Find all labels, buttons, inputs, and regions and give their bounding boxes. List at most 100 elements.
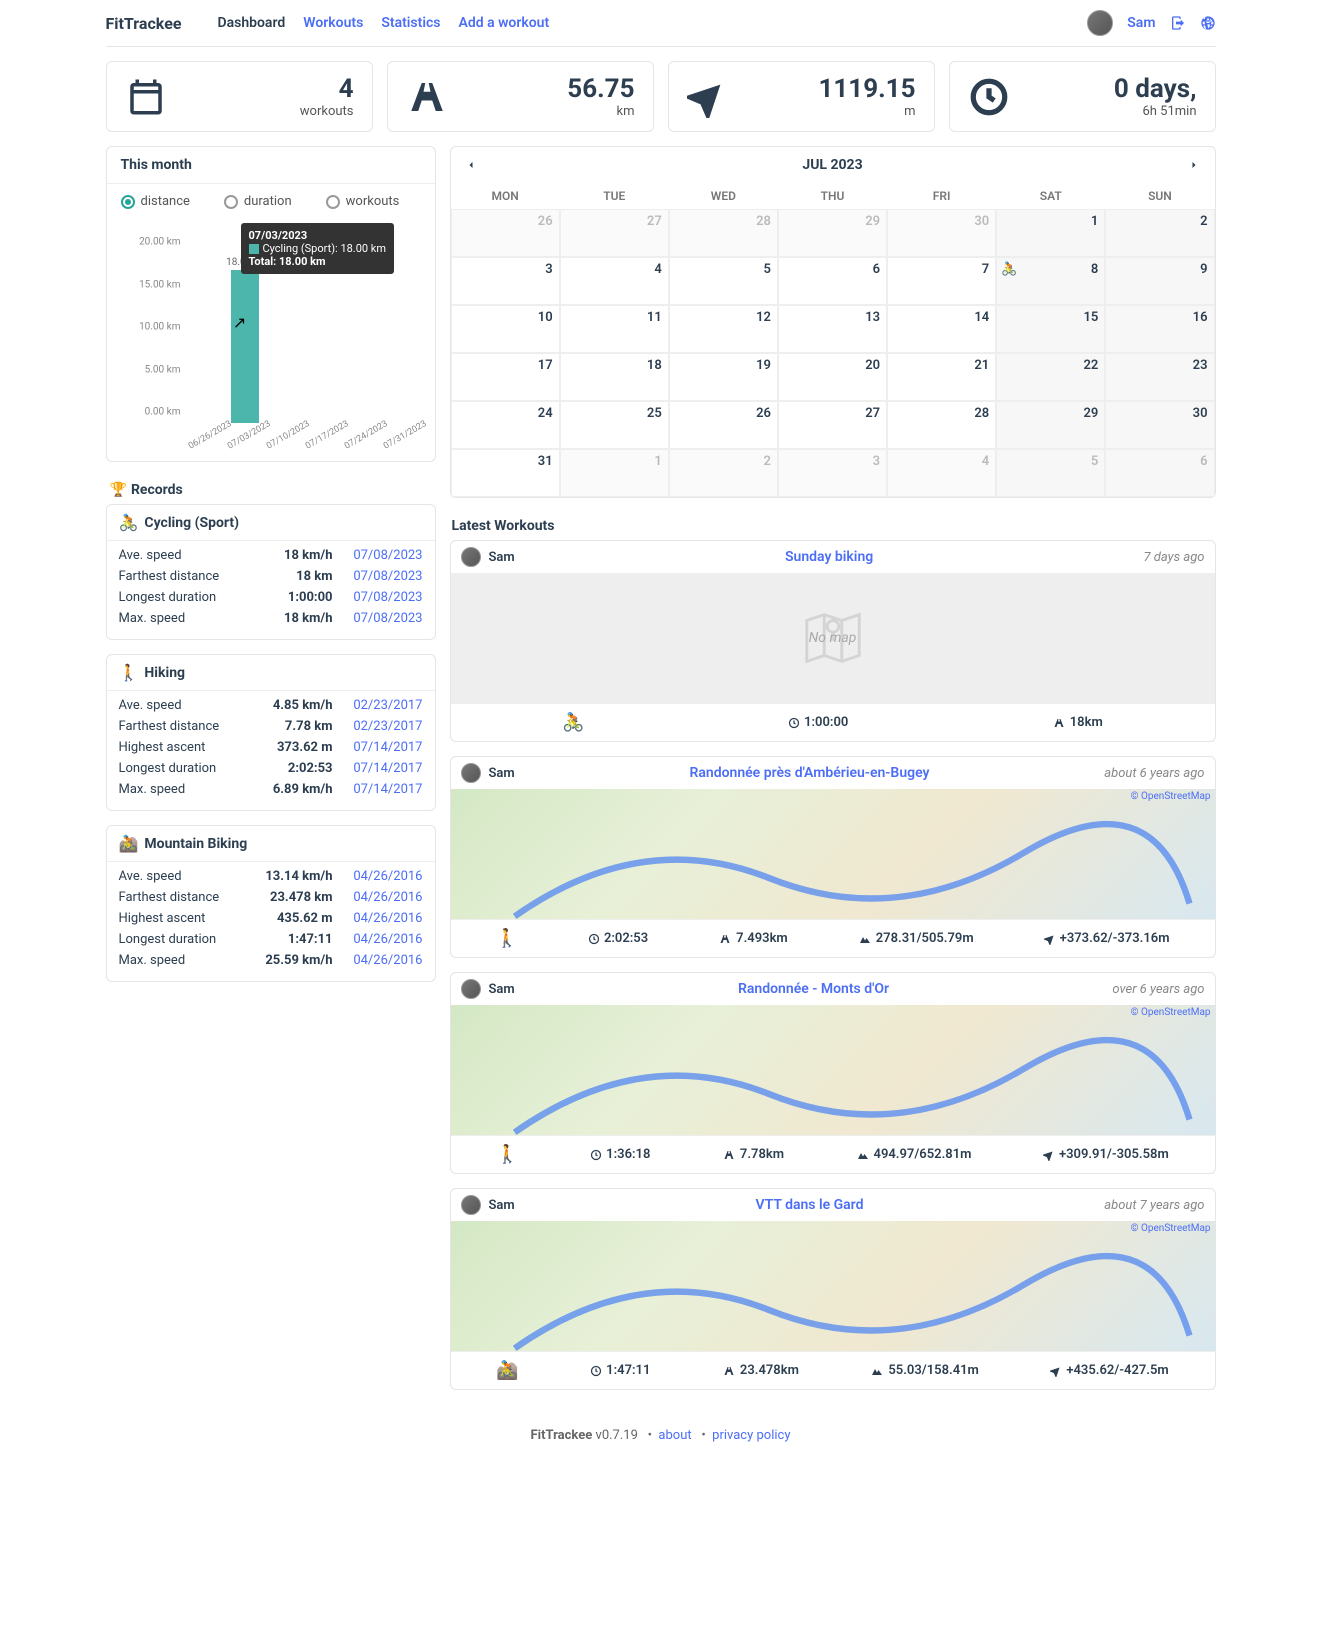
road-icon (406, 76, 448, 118)
cal-title: JUL 2023 (802, 157, 862, 173)
cal-cell[interactable]: 18 (560, 353, 669, 401)
workout-card[interactable]: SamSunday biking7 days agoNo map🚴 1:00:0… (450, 540, 1216, 742)
cal-next[interactable] (1188, 159, 1200, 171)
nav-statistics[interactable]: Statistics (381, 15, 440, 31)
record-row: Highest ascent435.62 m04/26/2016 (119, 908, 423, 929)
workout-card[interactable]: SamVTT dans le Gardabout 7 years ago© Op… (450, 1188, 1216, 1390)
cal-cell[interactable]: 5 (669, 257, 778, 305)
month-chart: 0.00 km5.00 km10.00 km15.00 km20.00 km18… (121, 223, 421, 453)
cal-cell[interactable]: 28 (887, 401, 996, 449)
workout-title[interactable]: Sunday biking (523, 549, 1136, 565)
radio-distance[interactable]: distance (121, 194, 190, 209)
hike-icon: 🚶 (119, 663, 139, 682)
nav-workouts[interactable]: Workouts (303, 15, 363, 31)
workout-map[interactable]: © OpenStreetMap (451, 789, 1215, 919)
cal-grid: MONTUEWEDTHUFRISATSUN262728293012345678🚴… (451, 183, 1215, 497)
cal-cell[interactable]: 20 (778, 353, 887, 401)
workout-nomap: No map (451, 573, 1215, 703)
month-card: This month distancedurationworkouts 0.00… (106, 146, 436, 462)
cal-cell[interactable]: 10 (451, 305, 560, 353)
cal-cell[interactable]: 2 (669, 449, 778, 497)
cal-cell[interactable]: 7 (887, 257, 996, 305)
cal-cell[interactable]: 31 (451, 449, 560, 497)
osm-credit[interactable]: © OpenStreetMap (1131, 791, 1211, 802)
bike-icon: 🚴 (1001, 262, 1017, 277)
cal-cell[interactable]: 25 (560, 401, 669, 449)
nav-dashboard[interactable]: Dashboard (217, 15, 285, 31)
cal-cell[interactable]: 30 (887, 209, 996, 257)
radio-dot-icon (121, 195, 135, 209)
cal-cell[interactable]: 11 (560, 305, 669, 353)
sport-icon: 🚶 (496, 928, 518, 949)
cal-cell[interactable]: 22 (996, 353, 1105, 401)
bike-icon: 🚴 (119, 513, 139, 532)
footer-privacy[interactable]: privacy policy (712, 1428, 790, 1443)
logout-icon[interactable] (1170, 15, 1186, 31)
osm-credit[interactable]: © OpenStreetMap (1131, 1223, 1211, 1234)
header: FitTrackee Dashboard Workouts Statistics Ad… (106, 0, 1216, 47)
cal-cell[interactable]: 23 (1105, 353, 1214, 401)
cal-cell[interactable]: 24 (451, 401, 560, 449)
sport-icon: 🚶 (496, 1144, 518, 1165)
brand[interactable]: FitTrackee (106, 14, 182, 33)
workout-title[interactable]: VTT dans le Gard (523, 1197, 1097, 1213)
workout-card[interactable]: SamRandonnée - Monts d'Orover 6 years ag… (450, 972, 1216, 1174)
cal-cell[interactable]: 26 (669, 401, 778, 449)
records: 🚴Cycling (Sport)Ave. speed18 km/h07/08/2… (106, 504, 436, 982)
cal-cell[interactable]: 17 (451, 353, 560, 401)
cal-cell[interactable]: 12 (669, 305, 778, 353)
chart-bar[interactable] (231, 270, 259, 423)
radio-workouts[interactable]: workouts (326, 194, 400, 209)
footer-about[interactable]: about (658, 1428, 691, 1443)
workout-map[interactable]: © OpenStreetMap (451, 1005, 1215, 1135)
cal-cell[interactable]: 2 (1105, 209, 1214, 257)
cal-cell[interactable]: 21 (887, 353, 996, 401)
workout-title[interactable]: Randonnée près d'Ambérieu-en-Bugey (523, 765, 1097, 781)
cal-cell[interactable]: 27 (778, 401, 887, 449)
clock-icon (968, 76, 1010, 118)
avatar[interactable] (461, 763, 481, 783)
cal-cell[interactable]: 26 (451, 209, 560, 257)
cal-cell[interactable]: 29 (996, 401, 1105, 449)
cal-cell[interactable]: 3 (451, 257, 560, 305)
cal-cell[interactable]: 1 (996, 209, 1105, 257)
avatar[interactable] (461, 547, 481, 567)
osm-credit[interactable]: © OpenStreetMap (1131, 1007, 1211, 1018)
cal-cell[interactable]: 13 (778, 305, 887, 353)
user-link[interactable]: Sam (1127, 15, 1155, 31)
cal-cell[interactable]: 19 (669, 353, 778, 401)
avatar[interactable] (1087, 10, 1113, 36)
nav-add-a-workout[interactable]: Add a workout (458, 15, 549, 31)
latest-workouts: SamSunday biking7 days agoNo map🚴 1:00:0… (450, 540, 1216, 1390)
cal-cell[interactable]: 3 (778, 449, 887, 497)
cal-cell[interactable]: 6 (778, 257, 887, 305)
cal-cell[interactable]: 14 (887, 305, 996, 353)
avatar[interactable] (461, 1195, 481, 1215)
workout-footer: 🚶 1:36:18 7.78km 494.97/652.81m +309.91/… (451, 1135, 1215, 1173)
cal-cell[interactable]: 29 (778, 209, 887, 257)
language-icon[interactable] (1200, 15, 1216, 31)
calendar-icon (125, 76, 167, 118)
workout-title[interactable]: Randonnée - Monts d'Or (523, 981, 1105, 997)
cal-cell[interactable]: 4 (560, 257, 669, 305)
cal-cell[interactable]: 15 (996, 305, 1105, 353)
record-row: Farthest distance23.478 km04/26/2016 (119, 887, 423, 908)
cal-cell[interactable]: 30 (1105, 401, 1214, 449)
cal-cell[interactable]: 16 (1105, 305, 1214, 353)
workout-card[interactable]: SamRandonnée près d'Ambérieu-en-Bugeyabo… (450, 756, 1216, 958)
record-row: Max. speed6.89 km/h07/14/2017 (119, 779, 423, 800)
cal-cell[interactable]: 4 (887, 449, 996, 497)
mtb-icon: 🚵 (119, 834, 139, 853)
cal-cell[interactable]: 28 (669, 209, 778, 257)
cal-cell[interactable]: 1 (560, 449, 669, 497)
cal-cell[interactable]: 27 (560, 209, 669, 257)
cal-cell[interactable]: 8🚴 (996, 257, 1105, 305)
cal-cell[interactable]: 6 (1105, 449, 1214, 497)
radio-dot-icon (326, 195, 340, 209)
cal-cell[interactable]: 9 (1105, 257, 1214, 305)
cal-cell[interactable]: 5 (996, 449, 1105, 497)
workout-map[interactable]: © OpenStreetMap (451, 1221, 1215, 1351)
radio-duration[interactable]: duration (224, 194, 292, 209)
avatar[interactable] (461, 979, 481, 999)
cal-prev[interactable] (465, 159, 477, 171)
